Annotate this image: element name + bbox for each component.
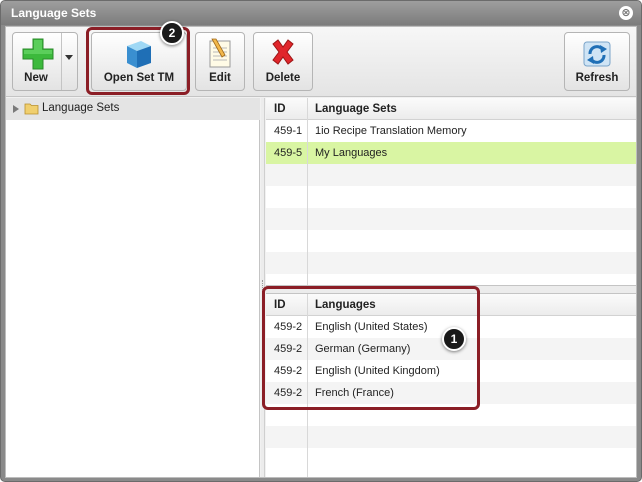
callout-badge-2: 2 — [160, 21, 184, 45]
title-bar[interactable]: Language Sets ⊗ — [1, 1, 641, 25]
window-content: New Open Set TM Edit Delete Refresh Lang… — [5, 26, 637, 478]
plus-icon — [22, 38, 54, 70]
empty-row — [266, 426, 636, 448]
cell-name: 1io Recipe Translation Memory — [315, 125, 467, 137]
language-sets-grid: ID Language Sets 459-1 1io Recipe Transl… — [266, 98, 636, 286]
language-sets-window: Language Sets ⊗ New Open Set TM Edit Del… — [0, 0, 642, 482]
table-row[interactable]: 459-1 1io Recipe Translation Memory — [266, 120, 636, 142]
close-icon[interactable]: ⊗ — [619, 6, 633, 20]
window-title: Language Sets — [11, 6, 97, 20]
tree-item-label: Language Sets — [42, 102, 120, 114]
empty-row — [266, 164, 636, 186]
column-header-id[interactable]: ID — [274, 103, 286, 115]
empty-row — [266, 208, 636, 230]
edit-button[interactable]: Edit — [195, 32, 245, 91]
cell-id: 459-5 — [274, 147, 303, 159]
language-sets-grid-header: ID Language Sets — [266, 98, 636, 120]
tree-panel: Language Sets — [6, 98, 260, 477]
refresh-icon — [583, 41, 611, 67]
delete-label: Delete — [265, 72, 301, 84]
table-row-selected[interactable]: 459-5 My Languages — [266, 142, 636, 164]
tree-item-language-sets[interactable]: Language Sets — [6, 98, 260, 120]
new-button-divider — [61, 33, 62, 90]
column-separator — [307, 98, 308, 285]
toolbar: New Open Set TM Edit Delete Refresh — [6, 27, 636, 97]
delete-button[interactable]: Delete — [253, 32, 313, 91]
empty-row — [266, 186, 636, 208]
refresh-button[interactable]: Refresh — [564, 32, 630, 91]
cell-id: 459-1 — [274, 125, 303, 137]
empty-row — [266, 448, 636, 470]
column-header-language-sets[interactable]: Language Sets — [315, 103, 397, 115]
empty-row — [266, 230, 636, 252]
folder-icon — [24, 103, 39, 115]
edit-label: Edit — [209, 72, 231, 84]
callout-badge-1: 1 — [442, 327, 466, 351]
new-button[interactable]: New — [12, 32, 78, 91]
red-x-icon — [272, 39, 294, 65]
cell-name: My Languages — [315, 147, 388, 159]
notepad-pencil-icon — [209, 38, 231, 68]
empty-row — [266, 252, 636, 274]
new-button-label: New — [24, 72, 48, 84]
refresh-label: Refresh — [575, 72, 619, 84]
new-dropdown-arrow-icon[interactable] — [65, 55, 73, 60]
expand-arrow-icon[interactable] — [13, 105, 19, 113]
